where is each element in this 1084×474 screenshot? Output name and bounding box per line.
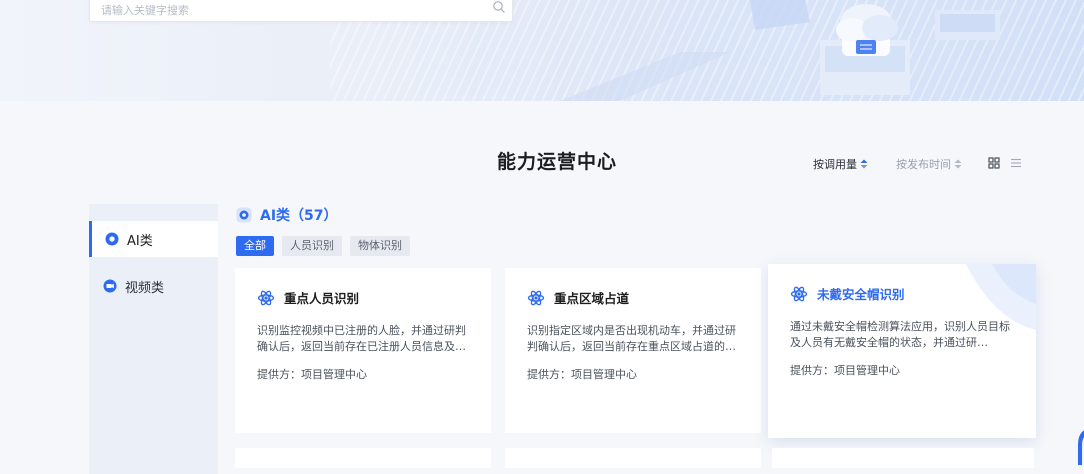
card-description: 识别监控视频中已注册的人脸，并通过研判确认后，返回当前存在已注册人员信息及… (257, 324, 466, 353)
capability-card[interactable]: 重点区域占道 识别指定区域内是否出现机动车，并通过研判确认后，返回当前存在重点区… (505, 268, 761, 433)
category-sidebar: AI类 视频类 (89, 204, 218, 474)
ai-category-icon (105, 232, 119, 246)
list-view-icon[interactable] (1010, 157, 1022, 169)
category-title: AI类（57） (260, 208, 338, 224)
sort-by-calls-label: 按调用量 (813, 158, 857, 171)
search-box[interactable] (89, 0, 513, 22)
atom-icon (527, 290, 545, 305)
tab-person-recognition[interactable]: 人员识别 (282, 236, 342, 256)
card-title: 重点区域占道 (554, 291, 630, 306)
card-title: 重点人员识别 (284, 291, 360, 306)
sort-by-time-label: 按发布时间 (896, 158, 951, 171)
ai-category-icon (236, 207, 252, 223)
sidebar-item-label: AI类 (127, 233, 153, 249)
atom-icon (790, 286, 808, 301)
capability-card-partial[interactable] (505, 448, 761, 468)
capability-card-partial[interactable] (772, 448, 1034, 468)
card-provider: 提供方：项目管理中心 (257, 368, 367, 381)
capability-card-partial[interactable] (235, 448, 491, 468)
grid-view-icon[interactable] (988, 157, 1000, 169)
page-title: 能力运营中心 (497, 151, 618, 173)
card-title: 未戴安全帽识别 (817, 287, 905, 302)
card-description: 识别指定区域内是否出现机动车，并通过研判确认后，返回当前存在重点区域占道的… (527, 324, 736, 353)
tab-all[interactable]: 全部 (236, 236, 274, 256)
sidebar-item-label: 视频类 (125, 280, 165, 296)
atom-icon (257, 290, 275, 305)
hero-banner (0, 0, 1084, 101)
capability-card[interactable]: 重点人员识别 识别监控视频中已注册的人脸，并通过研判确认后，返回当前存在已注册人… (235, 268, 491, 433)
card-provider: 提供方：项目管理中心 (790, 364, 900, 377)
sort-caret-icon (954, 159, 962, 169)
video-category-icon (103, 279, 117, 293)
sidebar-item-ai[interactable]: AI类 (89, 221, 218, 257)
filter-tabs: 全部 人员识别 物体识别 (236, 236, 410, 256)
category-header: AI类（57） (236, 205, 338, 225)
sidebar-item-video[interactable]: 视频类 (89, 268, 218, 304)
card-corner-decoration (966, 264, 1036, 330)
tab-object-recognition[interactable]: 物体识别 (350, 236, 410, 256)
capability-card-hovered[interactable]: 未戴安全帽识别 通过未戴安全帽检测算法应用，识别人员目标及人员有无戴安全帽的状态… (768, 264, 1036, 438)
sort-caret-icon (860, 159, 868, 169)
banner-cloud-illustration (560, 0, 1000, 101)
card-provider: 提供方：项目管理中心 (527, 368, 637, 381)
sort-by-time-button[interactable]: 按发布时间 (896, 156, 962, 172)
search-icon[interactable] (492, 0, 506, 14)
search-input[interactable] (99, 0, 483, 21)
floating-help-button[interactable] (1076, 425, 1084, 465)
sort-by-calls-button[interactable]: 按调用量 (813, 156, 868, 172)
